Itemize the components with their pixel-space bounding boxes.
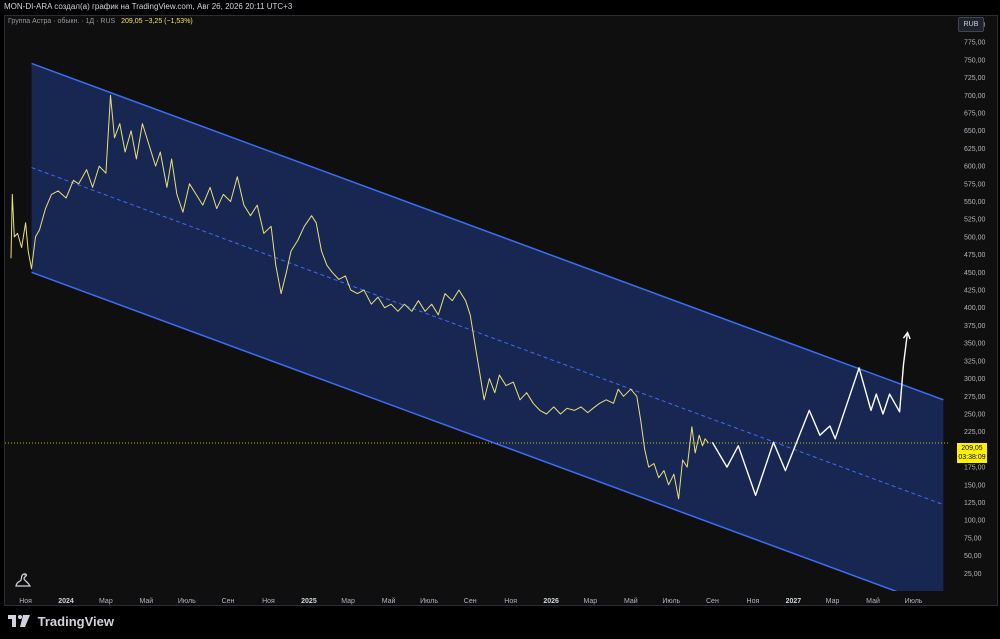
tradingview-logo[interactable]: TradingView [8,612,114,632]
y-tick-label: 300,00 [964,376,986,383]
y-tick-label: 325,00 [964,358,986,365]
x-tick-label: Ноя [747,598,760,605]
y-tick-label: 175,00 [964,465,986,472]
x-tick-label: 2027 [786,598,802,605]
y-tick-label: 725,00 [964,75,986,82]
channel-fill [31,63,944,605]
x-tick-label: Мар [341,598,355,605]
y-tick-label: 575,00 [964,181,986,188]
y-tick-label: 775,00 [964,40,986,47]
y-tick-label: 250,00 [964,411,986,418]
legend-price-change: 209,05 −3,25 (−1,53%) [121,18,193,25]
chart-pane[interactable]: 25,00 50,00 75,00 100,00 125,00 150,00 175,00 2… [4,15,998,606]
time-axis-bg [5,591,997,605]
tradingview-mark-icon [8,615,30,627]
dinosaur-logo-icon [15,573,31,587]
x-tick-label: Ноя [262,598,275,605]
currency-button[interactable]: RUB [958,17,984,32]
x-tick-label: Ноя [19,598,32,605]
y-tick-label: 350,00 [964,341,986,348]
last-price-tag: 209,05 03:38:09 [957,443,987,463]
x-tick-label: Сен [222,598,235,605]
y-tick-label: 675,00 [964,111,986,118]
y-tick-label: 375,00 [964,323,986,330]
y-tick-label: 475,00 [964,252,986,259]
x-tick-label: 2026 [543,598,559,605]
y-tick-label: 75,00 [964,535,982,542]
y-tick-label: 100,00 [964,518,986,525]
y-tick-label: 500,00 [964,234,986,241]
x-tick-label: Май [624,597,638,605]
x-tick-label: Май [382,597,396,605]
x-tick-label: 2025 [301,598,317,605]
snapshot-title: MON-DI-ARA создал(а) график на TradingVi… [0,0,1000,14]
y-tick-label: 25,00 [964,571,982,578]
x-tick-label: Сен [464,598,477,605]
bar-countdown: 03:38:09 [958,454,986,461]
chart-screenshot: MON-DI-ARA создал(а) график на TradingVi… [0,0,1000,639]
y-tick-label: 525,00 [964,217,986,224]
y-tick-label: 275,00 [964,394,986,401]
y-tick-label: 150,00 [964,482,986,489]
y-tick-label: 600,00 [964,164,986,171]
x-tick-label: Май [139,597,153,605]
symbol-label: Группа Астра · обыкн. · 1Д · RUS [8,18,116,25]
brand-name: TradingView [37,614,114,629]
last-price-value: 209,05 [961,445,983,452]
y-tick-label: 625,00 [964,146,986,153]
price-chart[interactable]: 25,00 50,00 75,00 100,00 125,00 150,00 175,00 2… [5,16,998,606]
footer-bar [0,608,1000,639]
y-tick-label: 225,00 [964,429,986,436]
y-tick-label: 450,00 [964,270,986,277]
x-tick-label: Июль [420,598,438,605]
y-tick-label: 750,00 [964,57,986,64]
x-tick-label: Июль [662,598,680,605]
x-tick-label: Май [866,597,880,605]
y-tick-label: 400,00 [964,305,986,312]
x-tick-label: Сен [706,598,719,605]
x-tick-label: Ноя [504,598,517,605]
symbol-legend: Группа Астра · обыкн. · 1Д · RUS 209,05 … [8,18,193,25]
y-tick-label: 425,00 [964,288,986,295]
y-tick-label: 125,00 [964,500,986,507]
x-tick-label: Мар [99,598,113,605]
y-tick-label: 700,00 [964,93,986,100]
x-tick-label: Мар [583,598,597,605]
y-tick-label: 650,00 [964,128,986,135]
y-tick-label: 550,00 [964,199,986,206]
x-tick-label: Мар [826,598,840,605]
x-tick-label: Июль [178,598,196,605]
x-tick-label: Июль [905,598,923,605]
y-tick-label: 50,00 [964,553,982,560]
x-tick-label: 2024 [58,598,74,605]
